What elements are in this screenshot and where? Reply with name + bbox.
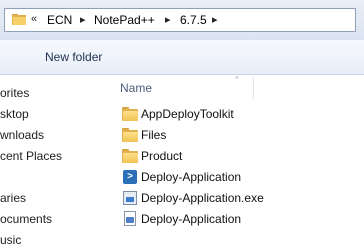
file-list-pane: ^ Name AppDeployToolkit Files Product > … (103, 75, 364, 248)
nav-item-recent-places[interactable]: cent Places (0, 149, 62, 163)
powershell-script-icon: > (122, 169, 138, 185)
sort-indicator-icon: ^ (235, 75, 239, 84)
nav-item-desktop[interactable]: sktop (0, 107, 29, 121)
file-name: Product (141, 149, 183, 163)
address-bar-row: « ECN ▸ NotePad++ ▸ 6.7.5 ▸ (0, 0, 364, 40)
command-toolbar: New folder (0, 40, 364, 75)
new-folder-button[interactable]: New folder (45, 50, 102, 64)
list-item[interactable]: Product (118, 146, 358, 166)
file-name: AppDeployToolkit (141, 107, 234, 121)
column-header-name[interactable]: Name (120, 81, 152, 95)
breadcrumb-ecn[interactable]: ECN (47, 13, 72, 27)
nav-item-documents[interactable]: ocuments (0, 212, 52, 226)
folder-icon (12, 14, 26, 25)
folder-icon (122, 148, 138, 164)
nav-item-music[interactable]: usic (0, 233, 21, 247)
application-exe-icon (122, 190, 138, 206)
column-separator[interactable] (253, 77, 254, 99)
chevron-right-icon[interactable]: ▸ (165, 13, 171, 26)
chevron-right-icon[interactable]: ▸ (212, 13, 218, 26)
file-name: Files (141, 128, 167, 142)
file-name: Deploy-Application (141, 170, 242, 184)
list-item[interactable]: Files (118, 125, 358, 145)
nav-item-favorites[interactable]: orites (0, 86, 29, 100)
address-bar[interactable]: « ECN ▸ NotePad++ ▸ 6.7.5 ▸ (4, 8, 356, 32)
config-file-icon (122, 211, 138, 227)
breadcrumb-notepadpp[interactable]: NotePad++ (94, 13, 155, 27)
list-item[interactable]: AppDeployToolkit (118, 104, 358, 124)
chevron-right-icon[interactable]: ▸ (80, 13, 86, 26)
breadcrumb-overflow[interactable]: « (31, 13, 37, 25)
list-item[interactable]: Deploy-Application.exe (118, 188, 358, 208)
navigation-pane: orites sktop wnloads cent Places aries o… (0, 75, 103, 248)
list-item[interactable]: > Deploy-Application (118, 167, 358, 187)
folder-icon (122, 106, 138, 122)
folder-icon (122, 127, 138, 143)
file-name: Deploy-Application.exe (141, 191, 264, 205)
breadcrumb-675[interactable]: 6.7.5 (180, 13, 207, 27)
list-item[interactable]: Deploy-Application (118, 209, 358, 229)
file-name: Deploy-Application (141, 212, 242, 226)
nav-item-libraries[interactable]: aries (0, 191, 26, 205)
nav-item-downloads[interactable]: wnloads (0, 128, 44, 142)
